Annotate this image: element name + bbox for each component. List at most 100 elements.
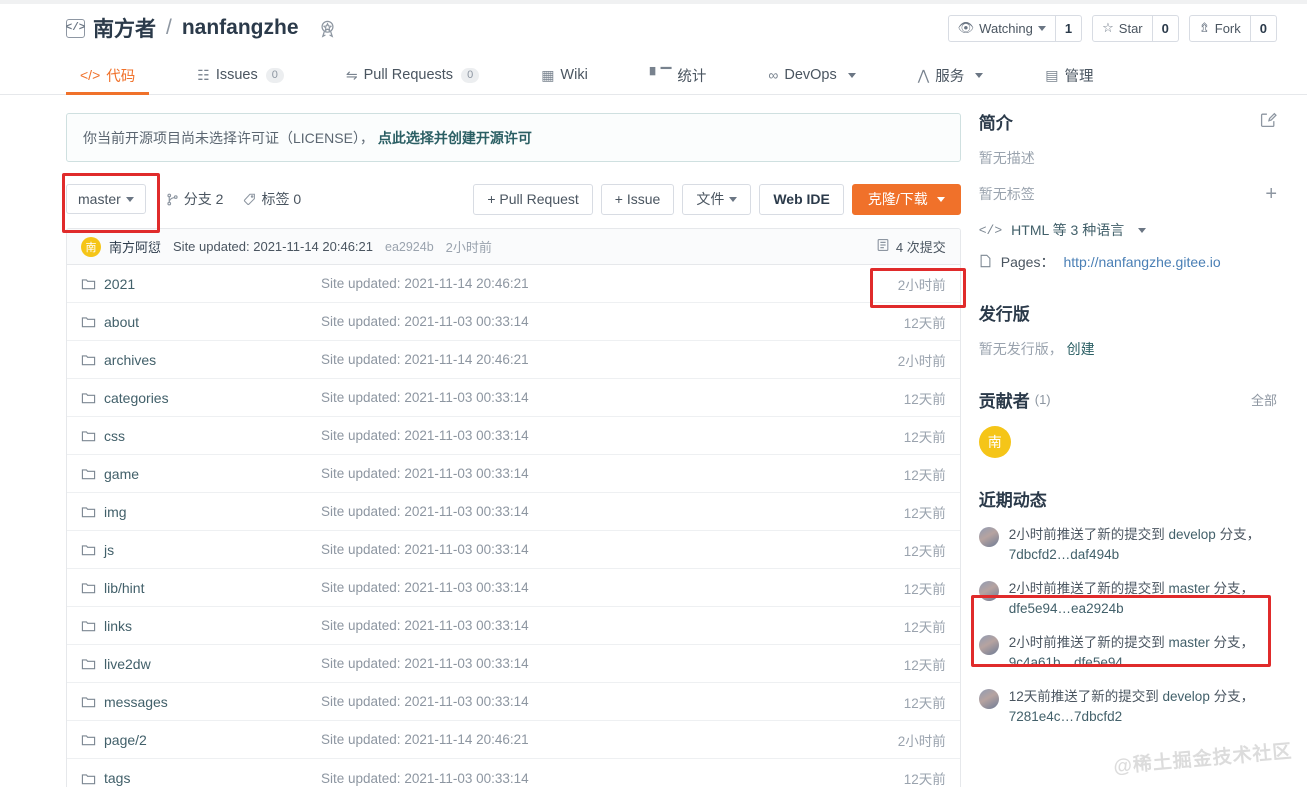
list-item[interactable]: 2小时前推送了新的提交到 develop 分支， 7dbcfd2…daf494b: [978, 525, 1277, 565]
table-row[interactable]: img Site updated: 2021-11-03 00:33:14 12天前: [67, 493, 960, 531]
file-name-cell[interactable]: lib/hint: [81, 580, 321, 596]
activity-text: 2小时前推送了新的提交到 master 分支， 9c4a61b…dfe5e94: [1009, 633, 1277, 673]
page-body: 你当前开源项目尚未选择许可证（LICENSE）， 点此选择并创建开源许可 mas…: [0, 95, 1307, 787]
tags-link[interactable]: 标签 0: [243, 189, 301, 209]
files-dropdown-button[interactable]: 文件: [682, 183, 752, 215]
tab-manage[interactable]: ▤ 管理: [1031, 56, 1107, 94]
list-item[interactable]: 2小时前推送了新的提交到 master 分支， 9c4a61b…dfe5e94: [978, 633, 1277, 673]
activity-sha[interactable]: 9c4a61b…dfe5e94: [1009, 655, 1123, 670]
list-item[interactable]: 2小时前推送了新的提交到 master 分支， dfe5e94…ea2924b: [978, 579, 1277, 619]
commit-message[interactable]: Site updated: 2021-11-14 20:46:21: [173, 239, 373, 254]
activity-sha[interactable]: 7281e4c…7dbcfd2: [1009, 709, 1122, 724]
star-icon: ☆: [1102, 20, 1114, 35]
activity-sha[interactable]: 7dbcfd2…daf494b: [1009, 547, 1119, 562]
file-name-cell[interactable]: messages: [81, 694, 321, 710]
table-row[interactable]: css Site updated: 2021-11-03 00:33:14 12天前: [67, 417, 960, 455]
avatar[interactable]: [978, 581, 999, 601]
repo-pages-label: Pages：: [1000, 254, 1055, 270]
table-row[interactable]: tags Site updated: 2021-11-03 00:33:14 12天…: [67, 759, 960, 787]
branches-link[interactable]: 分支 2: [166, 189, 223, 209]
branch-icon: [166, 193, 179, 206]
table-row[interactable]: about Site updated: 2021-11-03 00:33:14 12…: [67, 303, 960, 341]
contributors-all-link[interactable]: 全部: [1251, 390, 1277, 409]
avatar[interactable]: [978, 527, 999, 547]
file-name-cell[interactable]: links: [81, 618, 321, 634]
tab-devops[interactable]: ∞ DevOps: [754, 56, 869, 94]
activity-branch[interactable]: master: [1169, 635, 1210, 650]
contributors-heading: 贡献者 (1) 全部: [979, 387, 1277, 412]
activity-branch[interactable]: master: [1169, 581, 1210, 596]
avatar[interactable]: [978, 689, 999, 709]
table-row[interactable]: links Site updated: 2021-11-03 00:33:14 12…: [67, 607, 960, 645]
commit-author[interactable]: 南方阿愆: [109, 237, 161, 256]
activity-branch[interactable]: develop: [1169, 527, 1216, 542]
table-row[interactable]: live2dw Site updated: 2021-11-03 00:33:14…: [67, 645, 960, 683]
tag-icon: [243, 193, 256, 206]
release-create-link[interactable]: 创建: [1067, 341, 1095, 357]
new-pull-request-button[interactable]: + Pull Request: [473, 183, 593, 215]
watching-button-group[interactable]: 👁 Watching 1: [947, 14, 1083, 42]
edit-icon[interactable]: [1260, 111, 1277, 133]
file-name-cell[interactable]: page/2: [81, 732, 321, 748]
new-issue-button[interactable]: + Issue: [600, 183, 675, 215]
commit-sha[interactable]: ea2924b: [385, 240, 434, 254]
table-row[interactable]: messages Site updated: 2021-11-03 00:33:1…: [67, 683, 960, 721]
clone-download-button[interactable]: 克隆/下载: [851, 183, 961, 215]
file-name-cell[interactable]: css: [81, 428, 321, 444]
file-name-cell[interactable]: live2dw: [81, 656, 321, 672]
license-banner-link[interactable]: 点此选择并创建开源许可: [378, 128, 532, 148]
table-row[interactable]: game Site updated: 2021-11-03 00:33:14 12天…: [67, 455, 960, 493]
fork-button-group[interactable]: ⇯ Fork 0: [1188, 14, 1277, 42]
list-item[interactable]: 12天前推送了新的提交到 develop 分支， 7281e4c…7dbcfd2: [978, 687, 1277, 727]
tab-label: Issues: [215, 67, 258, 83]
activity-sha[interactable]: dfe5e94…ea2924b: [1009, 601, 1124, 616]
repo-language-row[interactable]: </> HTML 等 3 种语言: [979, 220, 1277, 240]
web-ide-button[interactable]: Web IDE: [759, 183, 844, 215]
tab-statistics[interactable]: ▘▔ 统计: [636, 56, 721, 94]
branch-selector[interactable]: master: [66, 184, 146, 214]
repo-pages-url[interactable]: http://nanfangzhe.gitee.io: [1063, 254, 1220, 270]
watching-count[interactable]: 1: [1055, 14, 1083, 42]
fork-icon: ⇯: [1198, 20, 1210, 35]
fork-count[interactable]: 0: [1250, 14, 1277, 42]
file-name-cell[interactable]: categories: [81, 390, 321, 406]
table-row[interactable]: categories Site updated: 2021-11-03 00:33…: [67, 379, 960, 417]
release-empty-row: 暂无发行版， 创建: [979, 339, 1277, 359]
add-tag-icon[interactable]: +: [1265, 184, 1277, 204]
tab-issues[interactable]: ☷ Issues 0: [183, 56, 298, 94]
file-name-cell[interactable]: about: [81, 314, 321, 330]
activity-branch[interactable]: develop: [1163, 689, 1210, 704]
star-button-group[interactable]: ☆ Star 0: [1092, 14, 1179, 42]
tab-services[interactable]: ⋀ 服务: [904, 56, 997, 94]
fork-button[interactable]: ⇯ Fork: [1188, 14, 1251, 42]
file-commit-message: Site updated: 2021-11-03 00:33:14: [321, 390, 529, 405]
file-name-cell[interactable]: game: [81, 466, 321, 482]
header-actions: 👁 Watching 1 ☆ Star 0 ⇯ Fork 0: [947, 14, 1277, 42]
star-label: Star: [1118, 20, 1143, 36]
tab-wiki[interactable]: ▦ Wiki: [527, 56, 602, 94]
commit-time: 2小时前: [445, 240, 492, 255]
watching-button[interactable]: 👁 Watching: [947, 14, 1056, 42]
file-name-cell[interactable]: archives: [81, 352, 321, 368]
avatar[interactable]: [978, 635, 999, 655]
file-name-cell[interactable]: js: [81, 542, 321, 558]
star-button[interactable]: ☆ Star: [1092, 14, 1153, 42]
avatar[interactable]: 南: [978, 426, 1011, 458]
file-name-cell[interactable]: 2021: [81, 276, 321, 292]
table-row[interactable]: 2021 Site updated: 2021-11-14 20:46:21 2小时…: [67, 265, 960, 303]
tab-code[interactable]: </> 代码: [66, 56, 150, 95]
table-row[interactable]: archives Site updated: 2021-11-14 20:46:2…: [67, 341, 960, 379]
star-count[interactable]: 0: [1152, 14, 1179, 42]
file-name: page/2: [104, 731, 147, 748]
infinity-icon: ∞: [768, 67, 779, 83]
commit-count-link[interactable]: 4 次提交: [876, 237, 946, 256]
table-row[interactable]: page/2 Site updated: 2021-11-14 20:46:21 2…: [67, 721, 960, 759]
repo-owner[interactable]: 南方者: [93, 13, 156, 43]
table-row[interactable]: lib/hint Site updated: 2021-11-03 00:33:1…: [67, 569, 960, 607]
file-name-cell[interactable]: tags: [81, 770, 321, 786]
file-name-cell[interactable]: img: [81, 504, 321, 520]
repo-name[interactable]: nanfangzhe: [182, 16, 299, 40]
table-row[interactable]: js Site updated: 2021-11-03 00:33:14 12天前: [67, 531, 960, 569]
tab-pull-requests[interactable]: ⇋ Pull Requests 0: [332, 56, 493, 94]
avatar[interactable]: 南: [81, 236, 101, 257]
